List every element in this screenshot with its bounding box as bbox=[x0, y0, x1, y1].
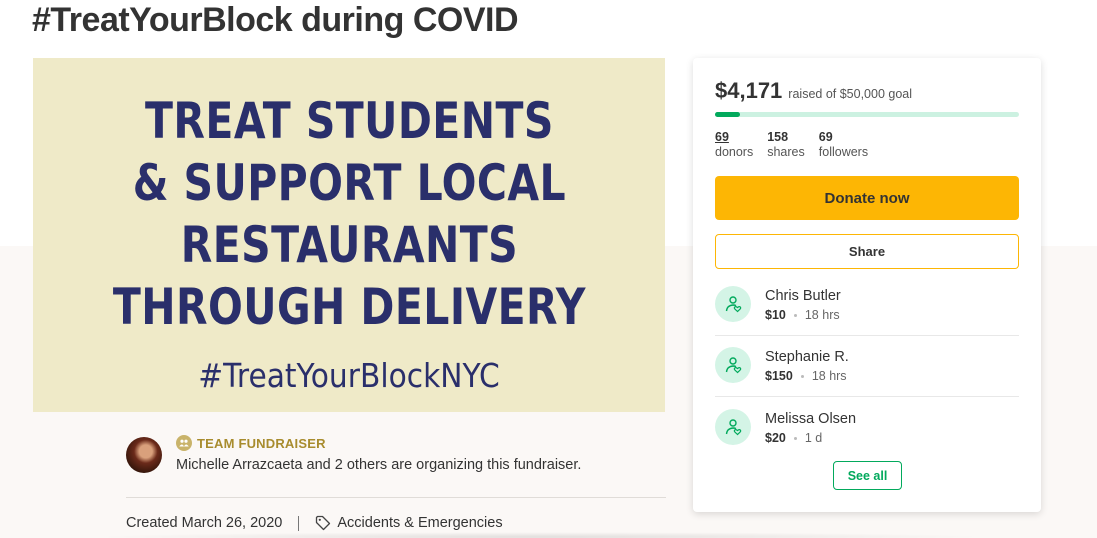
donation-sidebar: $4,171 raised of $50,000 goal 69 donors … bbox=[693, 58, 1041, 512]
stat-label: donors bbox=[715, 145, 754, 159]
separator-dot bbox=[793, 436, 797, 440]
see-all-button[interactable]: See all bbox=[833, 461, 902, 490]
hero-headline-line: RESTAURANTS bbox=[180, 216, 518, 274]
campaign-hero-image: TREAT STUDENTS & SUPPORT LOCAL RESTAURAN… bbox=[33, 58, 665, 412]
donation-amount: $20 bbox=[765, 431, 786, 445]
donation-detail: $20 1 d bbox=[765, 431, 822, 445]
stat-shares: 158 shares bbox=[767, 130, 805, 160]
donor-name: Chris Butler bbox=[765, 288, 841, 304]
stat-donors[interactable]: 69 donors bbox=[715, 130, 753, 160]
page-title: #TreatYourBlock during COVID bbox=[32, 1, 519, 39]
donation-time: 18 hrs bbox=[804, 308, 840, 322]
donation-amount: $10 bbox=[765, 308, 786, 322]
separator-dot bbox=[793, 313, 797, 317]
team-icon bbox=[176, 435, 192, 451]
hero-hashtag: #TreatYourBlockNYC bbox=[198, 356, 500, 395]
hero-headline-line: & SUPPORT LOCAL bbox=[132, 154, 566, 212]
raised-amount: $4,171 bbox=[715, 78, 783, 103]
campaign-meta: Created March 26, 2020 Accidents & Emerg… bbox=[126, 515, 503, 531]
donate-now-button[interactable]: Donate now bbox=[715, 176, 1019, 220]
stat-label: followers bbox=[818, 145, 869, 159]
progress-fill bbox=[715, 112, 741, 117]
raised-goal: raised of $50,000 goal bbox=[788, 87, 913, 101]
donation-time: 18 hrs bbox=[811, 369, 847, 383]
progress-bar bbox=[715, 112, 1019, 117]
share-button[interactable]: Share bbox=[715, 234, 1019, 269]
separator-dot bbox=[800, 374, 804, 378]
hero-headline: TREAT STUDENTS & SUPPORT LOCAL RESTAURAN… bbox=[113, 90, 586, 338]
donor-heart-icon bbox=[715, 409, 751, 445]
organizer-block: TEAM FUNDRAISER Michelle Arrazcaeta and … bbox=[126, 435, 666, 475]
stat-number: 69 bbox=[818, 130, 833, 144]
category-link[interactable]: Accidents & Emergencies bbox=[315, 515, 503, 531]
stats-row: 69 donors 158 shares 69 followers bbox=[715, 130, 868, 160]
hero-headline-line: THROUGH DELIVERY bbox=[112, 278, 586, 336]
stat-number: 69 bbox=[715, 130, 729, 144]
donor-name: Stephanie R. bbox=[765, 349, 849, 365]
donation-divider bbox=[715, 396, 1019, 397]
donor-heart-icon bbox=[715, 286, 751, 322]
donation-time: 1 d bbox=[804, 431, 823, 445]
team-fundraiser-label: TEAM FUNDRAISER bbox=[176, 435, 326, 451]
donor-name: Melissa Olsen bbox=[765, 411, 857, 427]
hero-headline-line: TREAT STUDENTS bbox=[144, 92, 554, 150]
raised-summary: $4,171 raised of $50,000 goal bbox=[715, 78, 912, 104]
section-divider bbox=[126, 497, 666, 498]
donation-detail: $10 18 hrs bbox=[765, 308, 840, 322]
bottom-shadow bbox=[90, 532, 990, 538]
stat-number: 158 bbox=[767, 130, 789, 144]
donation-amount: $150 bbox=[765, 369, 793, 383]
donation-item: Melissa Olsen $20 1 d bbox=[715, 407, 1019, 468]
donation-divider bbox=[715, 335, 1019, 336]
donor-heart-icon bbox=[715, 347, 751, 383]
meta-separator bbox=[298, 515, 300, 531]
organizer-text[interactable]: Michelle Arrazcaeta and 2 others are org… bbox=[176, 457, 581, 473]
category-label: Accidents & Emergencies bbox=[337, 515, 503, 531]
team-label-text: TEAM FUNDRAISER bbox=[197, 435, 326, 451]
donation-detail: $150 18 hrs bbox=[765, 369, 847, 383]
stat-label: shares bbox=[767, 145, 805, 159]
stat-followers: 69 followers bbox=[819, 130, 868, 160]
created-date: Created March 26, 2020 bbox=[126, 515, 283, 531]
tag-icon bbox=[316, 515, 331, 531]
organizer-avatar[interactable] bbox=[126, 437, 162, 473]
